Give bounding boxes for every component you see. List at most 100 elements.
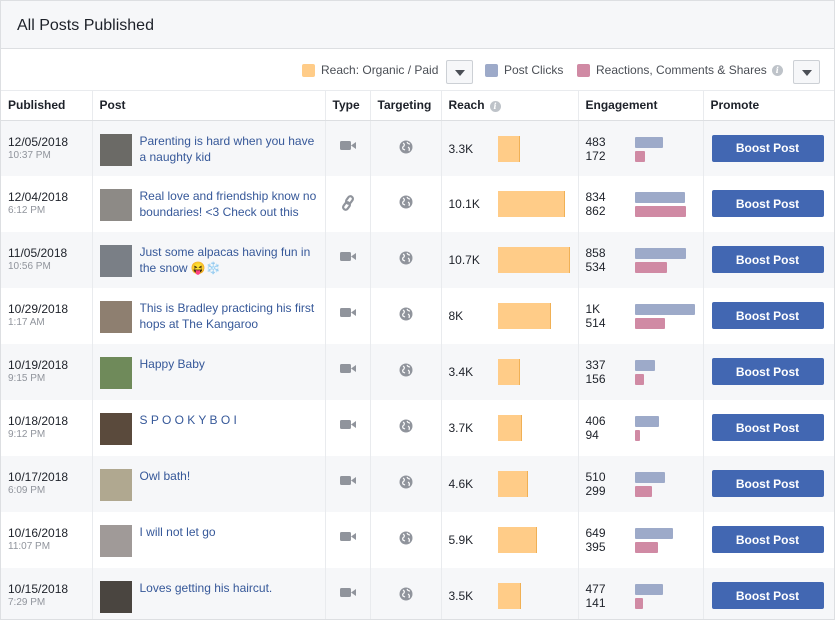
clicks-swatch — [485, 63, 498, 77]
reactions-bar — [634, 150, 645, 162]
reach-bar — [497, 247, 570, 273]
reach-bar — [497, 191, 566, 217]
globe-icon — [399, 363, 412, 377]
col-type[interactable]: Type — [325, 91, 371, 121]
post-date: 10/15/2018 — [8, 582, 69, 596]
col-reach[interactable]: Reach i — [441, 91, 579, 121]
post-link[interactable]: This is Bradley practicing his first hop… — [140, 300, 319, 332]
post-date: 10/17/2018 — [8, 470, 69, 484]
reach-value: 4.6K — [448, 477, 474, 491]
reactions-bar — [634, 430, 641, 441]
globe-icon — [399, 195, 412, 209]
post-time: 10:56 PM — [8, 261, 51, 272]
post-thumbnail[interactable] — [99, 133, 132, 166]
boost-post-button[interactable]: Boost Post — [711, 302, 824, 329]
boost-post-button[interactable]: Boost Post — [711, 246, 824, 273]
post-time: 1:17 AM — [8, 317, 45, 328]
boost-post-button[interactable]: Boost Post — [711, 470, 824, 497]
reactions-bar — [634, 318, 666, 329]
reactions-value: 534 — [585, 260, 606, 274]
post-clicks-value: 406 — [585, 414, 606, 428]
post-clicks-value: 477 — [585, 582, 606, 596]
boost-post-button[interactable]: Boost Post — [711, 190, 824, 217]
post-thumbnail[interactable] — [99, 469, 132, 501]
post-clicks-value: 1K — [585, 302, 601, 316]
video-icon — [339, 140, 356, 150]
post-time: 10:37 PM — [8, 149, 51, 161]
post-thumbnail[interactable] — [99, 245, 132, 277]
boost-post-button[interactable]: Boost Post — [711, 582, 824, 609]
post-thumbnail[interactable] — [99, 413, 132, 445]
post-time: 7:29 PM — [8, 597, 46, 608]
post-thumbnail[interactable] — [99, 301, 132, 333]
globe-icon — [399, 475, 412, 489]
boost-post-button[interactable]: Boost Post — [711, 526, 824, 553]
col-post[interactable]: Post — [92, 91, 326, 121]
legend-clicks: Post Clicks — [485, 63, 563, 77]
post-clicks-bar — [634, 360, 655, 371]
boost-post-button[interactable]: Boost Post — [711, 414, 824, 441]
reach-dropdown-button[interactable] — [446, 60, 473, 84]
post-date: 11/05/2018 — [8, 246, 68, 260]
col-targeting[interactable]: Targeting — [370, 91, 442, 121]
post-date: 10/29/2018 — [8, 302, 69, 316]
boost-post-button[interactable]: Boost Post — [711, 358, 824, 385]
post-clicks-value: 510 — [585, 470, 606, 484]
post-thumbnail[interactable] — [99, 581, 132, 613]
col-engagement[interactable]: Engagement — [578, 91, 704, 121]
reactions-value: 862 — [585, 204, 606, 218]
table-row: 12/04/2018 6:12 PM Real love and friends… — [1, 176, 834, 232]
post-link[interactable]: S P O O K Y B O I — [140, 412, 237, 444]
reach-value: 8K — [448, 309, 464, 323]
post-link[interactable]: Happy Baby — [140, 356, 205, 388]
post-link[interactable]: Parenting is hard when you have a naught… — [140, 133, 319, 165]
post-clicks-value: 649 — [585, 526, 606, 540]
reactions-value: 514 — [585, 316, 606, 330]
info-icon[interactable]: i — [489, 101, 501, 113]
post-date: 12/05/2018 — [8, 134, 69, 149]
post-thumbnail[interactable] — [99, 357, 132, 389]
post-clicks-value: 858 — [585, 246, 606, 260]
post-clicks-bar — [634, 304, 695, 315]
post-link[interactable]: I will not let go — [140, 524, 216, 556]
engagement-dropdown-button[interactable] — [793, 60, 820, 84]
col-published[interactable]: Published — [1, 91, 93, 121]
globe-icon — [399, 307, 412, 321]
table-row: 12/05/2018 10:37 PM Parenting is hard wh… — [1, 120, 834, 176]
reactions-value: 395 — [585, 540, 606, 554]
table-row: 10/16/2018 11:07 PM I will not let go 5.… — [1, 512, 834, 568]
video-icon — [339, 588, 356, 597]
info-icon[interactable]: i — [771, 64, 783, 76]
post-link[interactable]: Owl bath! — [140, 468, 191, 500]
video-icon — [339, 476, 356, 485]
post-clicks-bar — [634, 472, 666, 483]
posts-table: Published Post Type Targeting Reach i Eng… — [1, 91, 834, 619]
reach-value: 5.9K — [448, 533, 474, 547]
post-thumbnail[interactable] — [99, 189, 132, 221]
reactions-swatch — [577, 63, 590, 77]
boost-post-button[interactable]: Boost Post — [711, 134, 824, 162]
post-link[interactable]: Real love and friendship know no boundar… — [140, 188, 319, 220]
post-thumbnail[interactable] — [99, 525, 132, 557]
globe-icon — [399, 587, 412, 601]
post-date: 12/04/2018 — [8, 190, 69, 204]
post-clicks-value: 483 — [585, 134, 606, 149]
table-header-row: Published Post Type Targeting Reach i Eng… — [1, 91, 834, 121]
post-clicks-bar — [634, 136, 664, 148]
video-icon — [339, 532, 356, 541]
post-date: 10/19/2018 — [8, 358, 69, 372]
video-icon — [339, 420, 356, 429]
table-row: 10/17/2018 6:09 PM Owl bath! 4.6K 510 29… — [1, 456, 834, 512]
reach-bar — [497, 303, 552, 329]
all-posts-panel: All Posts Published Reach: Organic / Pai… — [0, 0, 835, 620]
table-row: 10/15/2018 7:29 PM Loves getting his hai… — [1, 568, 834, 619]
post-link[interactable]: Just some alpacas having fun in the snow… — [140, 244, 319, 276]
post-link[interactable]: Loves getting his haircut. — [140, 580, 273, 612]
legend-reach: Reach: Organic / Paid — [302, 63, 438, 77]
reactions-bar — [634, 206, 687, 217]
reactions-bar — [634, 262, 667, 273]
video-icon — [339, 364, 356, 373]
post-time: 6:09 PM — [8, 485, 46, 496]
globe-icon — [399, 140, 412, 153]
post-date: 10/18/2018 — [8, 414, 69, 428]
